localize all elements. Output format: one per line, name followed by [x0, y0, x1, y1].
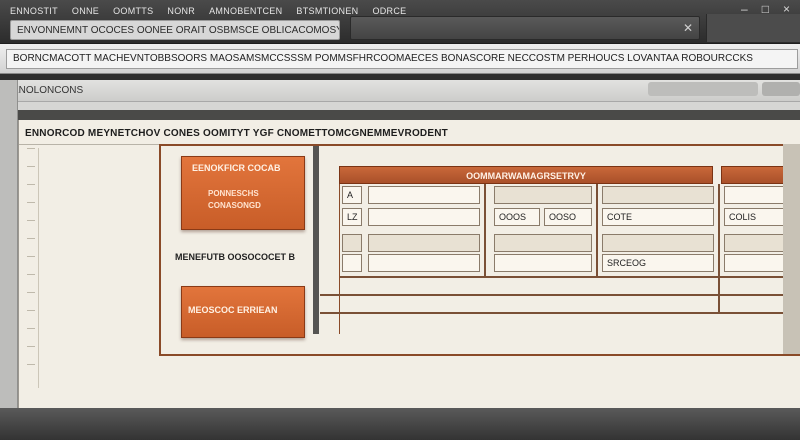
- grid-header: OOMMARWAMAGRSETRVY: [339, 166, 713, 184]
- menu-item[interactable]: AMNOBENTCEN: [209, 6, 282, 16]
- title-bar: ENNOSTIT ONNE OOMTTS NONR AMNOBENTCEN BT…: [0, 0, 800, 44]
- grid-cell[interactable]: LZ: [342, 208, 362, 226]
- document-window: ENOLONCONS ENNORCOD MEYNETCHOV CONES OOM…: [0, 80, 800, 440]
- grid-cell[interactable]: [602, 234, 714, 252]
- grid-cell[interactable]: A: [342, 186, 362, 204]
- grid-rule: [320, 312, 800, 314]
- menu-item[interactable]: BTSMTIONEN: [296, 6, 358, 16]
- grid-cell[interactable]: [602, 186, 714, 204]
- button-label: MEOSCOC ERRIEAN: [188, 305, 278, 315]
- address-field[interactable]: BORNCMACOTT MACHEVNTOBBSOORS MAOSAMSMCCS…: [6, 49, 798, 69]
- address-bar: BORNCMACOTT MACHEVNTOBBSOORS MAOSAMSMCCS…: [0, 44, 800, 74]
- grid-rule: [596, 184, 598, 276]
- menu-item[interactable]: ONNE: [72, 6, 99, 16]
- toolbar-band: [12, 110, 800, 120]
- menu-item[interactable]: ODRCE: [372, 6, 406, 16]
- window-header: ENOLONCONS: [0, 80, 800, 102]
- grid-cell[interactable]: [342, 254, 362, 272]
- data-grid: A LZ OOOS OOSO COTE COLIS SRCEOG: [320, 184, 800, 334]
- grid-cell[interactable]: [494, 234, 592, 252]
- menu-item[interactable]: NONR: [167, 6, 195, 16]
- window-controls: – □ ×: [741, 2, 790, 16]
- grid-cell[interactable]: [342, 234, 362, 252]
- grid-cell[interactable]: [368, 208, 480, 226]
- close-icon[interactable]: ×: [783, 2, 790, 16]
- grid-cell[interactable]: [494, 254, 592, 272]
- document-page: ENNORCOD MEYNETCHOV CONES OOMITYT YGF CN…: [18, 120, 800, 410]
- document-title-field[interactable]: ENVONNEMNT OCOCES OONEE ORAIT OSBMSCE OB…: [10, 20, 340, 40]
- grid-cell[interactable]: COTE: [602, 208, 714, 226]
- grid-cell[interactable]: [368, 254, 480, 272]
- window-title: ENOLONCONS: [12, 85, 84, 96]
- primary-action-button[interactable]: EENOKFICR COCAB PONNESCHS CONASONGD: [181, 156, 305, 230]
- button-sublabel: PONNESCHS: [208, 189, 259, 198]
- button-label: EENOKFICR COCAB: [192, 163, 281, 173]
- button-sublabel: CONASONGD: [208, 201, 261, 210]
- splitter-handle[interactable]: [313, 146, 319, 334]
- status-bar: [0, 408, 800, 440]
- vertical-ruler: [23, 148, 39, 388]
- grid-cell[interactable]: SRCEOG: [602, 254, 714, 272]
- minimize-icon[interactable]: –: [741, 2, 748, 16]
- grid-cell[interactable]: OOSO: [544, 208, 592, 226]
- menu-item[interactable]: ENNOSTIT: [10, 6, 58, 16]
- secondary-action-button[interactable]: MEOSCOC ERRIEAN: [181, 286, 305, 338]
- grid-rule: [718, 184, 720, 312]
- grid-rule: [320, 294, 800, 296]
- grid-cell[interactable]: [368, 234, 480, 252]
- page-title: ENNORCOD MEYNETCHOV CONES OOMITYT YGF CN…: [25, 128, 448, 139]
- vertical-scrollbar[interactable]: [783, 144, 800, 354]
- grid-cell[interactable]: [368, 186, 480, 204]
- grid-cell[interactable]: [494, 186, 592, 204]
- grid-cell[interactable]: OOOS: [494, 208, 540, 226]
- clear-icon[interactable]: ✕: [683, 21, 693, 35]
- grid-rule: [484, 184, 486, 276]
- grid-rule: [340, 276, 800, 278]
- maximize-icon[interactable]: □: [762, 2, 769, 16]
- section-label: MENEFUTB OOSOCOCET B: [175, 252, 296, 262]
- window-tab[interactable]: [762, 82, 800, 96]
- left-rail: [0, 80, 18, 410]
- window-tab[interactable]: [648, 82, 758, 96]
- title-search-field[interactable]: ✕: [350, 16, 700, 40]
- form-panel: EENOKFICR COCAB PONNESCHS CONASONGD MENE…: [159, 144, 800, 356]
- menu-bar: ENNOSTIT ONNE OOMTTS NONR AMNOBENTCEN BT…: [10, 6, 406, 16]
- title-side-pane: [706, 14, 800, 42]
- menu-item[interactable]: OOMTTS: [113, 6, 153, 16]
